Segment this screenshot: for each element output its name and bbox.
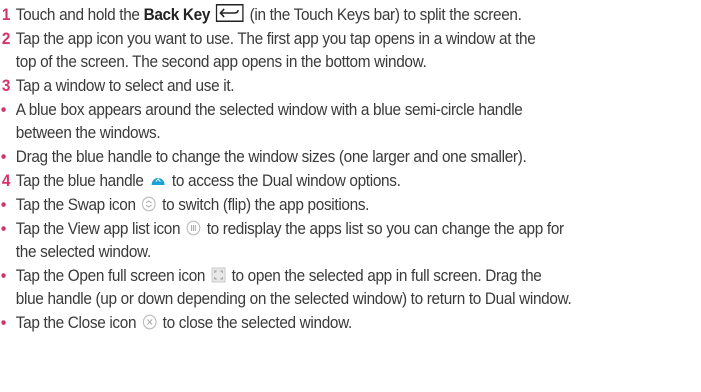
bullet: • — [0, 101, 6, 119]
step-number: 1 — [1, 6, 11, 24]
bullet-text: the selected window. — [15, 243, 151, 261]
bullet: • — [0, 148, 6, 166]
bullet-text: to open the selected app in full screen.… — [227, 267, 542, 285]
bullet-text: blue handle (up or down depending on the… — [15, 290, 572, 308]
bullet-text: to switch (flip) the app positions. — [158, 196, 370, 214]
bullet-text: between the windows. — [15, 124, 161, 142]
step-number: 4 — [1, 172, 11, 190]
blue-handle-icon — [149, 172, 166, 194]
step-number: 2 — [1, 30, 11, 48]
bullet-text: Tap the Open full screen icon — [15, 267, 210, 285]
step-text: top of the screen. The second app opens … — [15, 53, 427, 71]
step-text: to access the Dual window options. — [167, 172, 401, 190]
full-screen-icon — [211, 267, 226, 289]
bullet: • — [0, 314, 6, 332]
step-text: Tap the blue handle — [15, 172, 148, 190]
bullet-text: Tap the View app list icon — [15, 220, 185, 238]
bullet-text: Drag the blue handle to change the windo… — [15, 148, 527, 166]
bullet: • — [0, 220, 6, 238]
back-key-label: Back Key — [143, 6, 211, 24]
step-text: Touch and hold the — [15, 6, 144, 24]
step-text: Tap the app icon you want to use. The fi… — [15, 30, 536, 48]
swap-icon — [141, 196, 156, 218]
bullet-text: A blue box appears around the selected w… — [15, 101, 523, 119]
close-icon — [142, 314, 157, 336]
bullet-text: to redisplay the apps list so you can ch… — [202, 220, 564, 238]
bullet-text: Tap the Swap icon — [15, 196, 140, 214]
bullet-text: Tap the Close icon — [15, 314, 141, 332]
step-text: (in the Touch Keys bar) to split the scr… — [245, 6, 522, 24]
bullet-text: to close the selected window. — [158, 314, 353, 332]
step-text: Tap a window to select and use it. — [15, 77, 235, 95]
bullet: • — [0, 196, 6, 214]
app-list-icon — [186, 220, 201, 242]
bullet: • — [0, 267, 6, 285]
back-key-icon — [215, 4, 244, 28]
step-number: 3 — [1, 77, 11, 95]
